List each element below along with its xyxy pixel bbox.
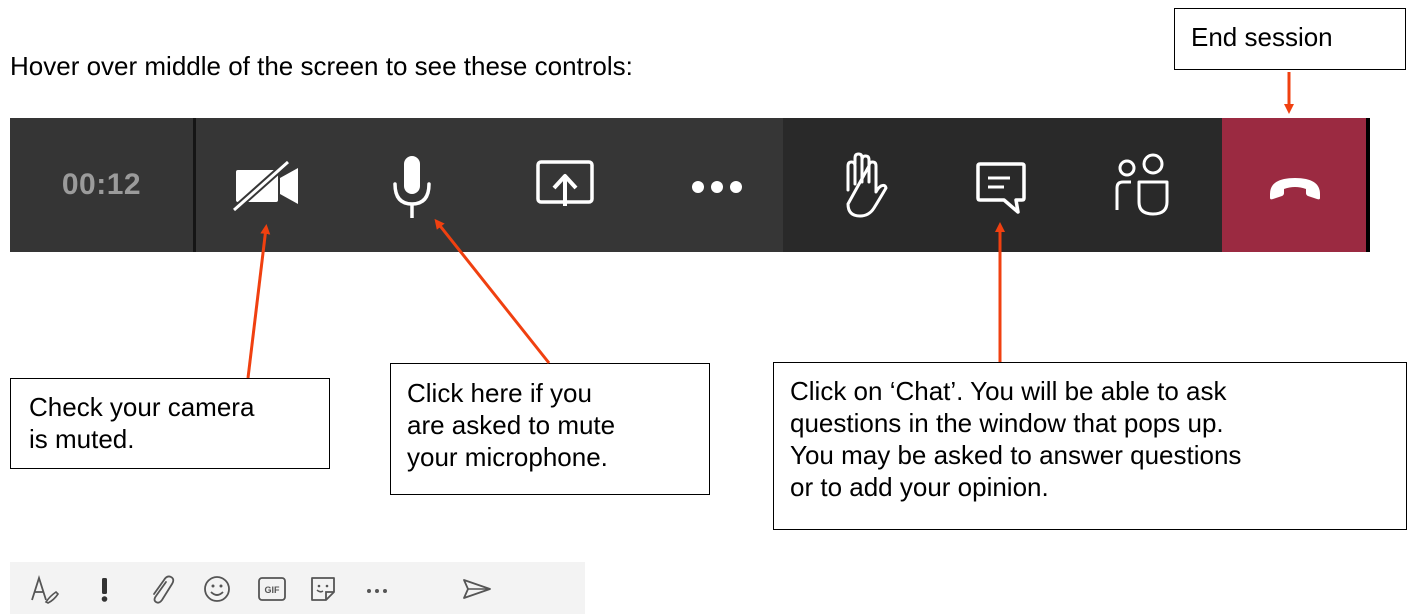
camera-toggle-button[interactable] [222,148,312,222]
more-button[interactable] [360,572,394,606]
microphone-callout-line-1: Click here if you [407,378,592,408]
important-button[interactable] [88,572,122,606]
chat-button[interactable] [956,148,1046,222]
format-icon [31,575,60,604]
camera-off-icon [231,159,298,213]
share-screen-icon [536,160,594,206]
chat-callout-line-3: You may be asked to answer questions [790,440,1242,470]
more-icon [367,589,387,593]
important-icon [101,578,108,602]
more-options-button[interactable] [672,148,762,222]
sticker-icon [311,577,335,601]
more-options-icon [692,181,742,193]
hang-up-icon [1270,178,1320,200]
send-button[interactable] [460,572,494,606]
gif-icon: GIF [258,577,286,601]
microphone-callout: Click here if you are asked to mute your… [390,363,710,495]
chat-callout: Click on ‘Chat’. You will be able to ask… [773,362,1407,530]
gif-label: GIF [265,585,281,595]
sticker-button[interactable] [306,572,340,606]
raise-hand-icon [846,152,888,218]
chat-callout-line-4: or to add your opinion. [790,472,1049,502]
camera-callout-line-1: Check your camera [29,392,255,422]
chat-compose-toolbar: GIF [10,562,585,614]
microphone-callout-line-3: your microphone. [407,442,608,472]
call-timer: 00:12 [61,168,142,201]
camera-callout: Check your camera is muted. [10,378,330,469]
camera-callout-line-2: is muted. [29,424,135,454]
participants-icon [1115,153,1169,216]
hang-up-button[interactable] [1250,148,1340,222]
share-screen-button[interactable] [520,148,610,222]
intro-text: Hover over middle of the screen to see t… [10,51,633,81]
participants-button[interactable] [1097,148,1187,222]
chat-icon [976,162,1026,214]
raise-hand-button[interactable] [816,148,906,222]
end-session-callout: End session [1174,8,1406,70]
send-icon [463,579,491,599]
chat-callout-line-1: Click on ‘Chat’. You will be able to ask [790,376,1227,406]
attach-button[interactable] [144,572,178,606]
microphone-callout-line-2: are asked to mute [407,410,616,440]
emoji-button[interactable] [200,572,234,606]
emoji-icon [204,576,230,602]
attach-icon [153,575,175,604]
end-session-label: End session [1191,22,1333,52]
microphone-icon [393,156,431,218]
gif-button[interactable]: GIF [255,572,289,606]
chat-callout-line-2: questions in the window that pops up. [790,408,1224,438]
call-control-bar: 00:12 [10,118,1370,252]
microphone-button[interactable] [367,148,457,222]
format-button[interactable] [28,572,62,606]
